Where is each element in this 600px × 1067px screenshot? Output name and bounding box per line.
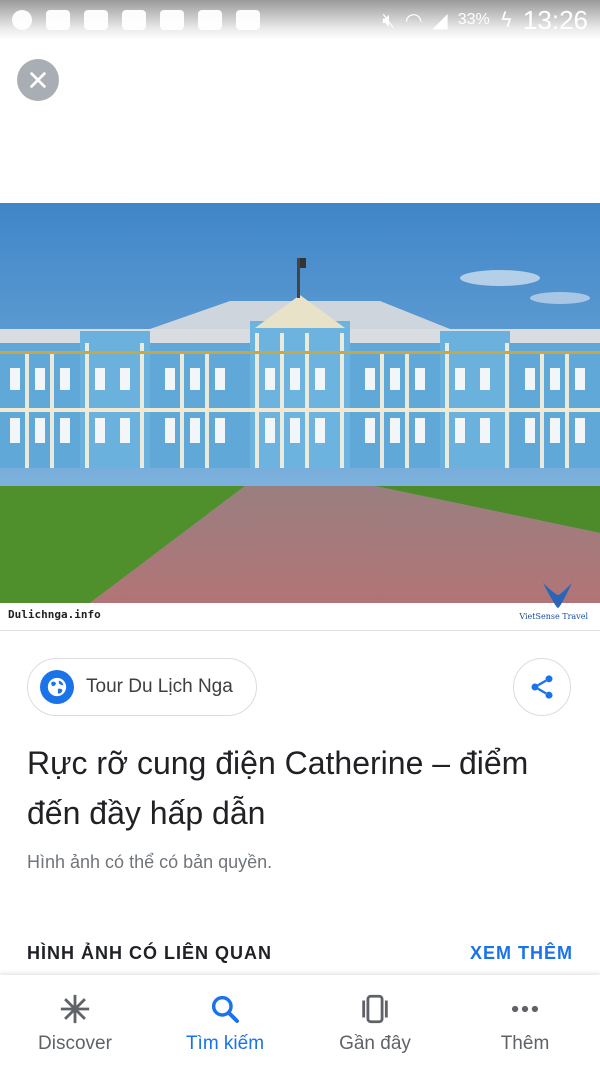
share-button[interactable]: [513, 658, 571, 716]
bottom-nav: Discover Tìm kiếm Gần đây Thêm: [0, 975, 600, 1067]
status-time: 13:26: [522, 4, 588, 35]
nav-search[interactable]: Tìm kiếm: [150, 975, 300, 1067]
search-icon: [207, 991, 243, 1027]
nav-label: Tìm kiếm: [185, 1033, 265, 1054]
status-bar: 🔇︎ ◠ ◢ 33% ϟ 13:26: [0, 0, 600, 40]
nav-label: Thêm: [500, 1033, 550, 1054]
globe-icon: [40, 670, 74, 704]
signal-icon: ◢: [432, 8, 448, 32]
source-label: Tour Du Lịch Nga: [86, 676, 233, 697]
recent-cards-icon: [357, 991, 393, 1027]
battery-percent: 33%: [457, 11, 490, 28]
more-dots-icon: [507, 991, 543, 1027]
nav-more[interactable]: Thêm: [450, 975, 600, 1067]
nav-recent[interactable]: Gần đây: [300, 975, 450, 1067]
see-more-link[interactable]: XEM THÊM: [470, 943, 573, 964]
notification-sim-icon: [46, 10, 70, 30]
close-button[interactable]: [17, 59, 59, 101]
palace-photo: [0, 203, 600, 630]
image-watermark: Dulichnga.info: [8, 608, 101, 621]
asterisk-icon: [57, 991, 93, 1027]
close-icon: [30, 72, 46, 88]
youtube-icon: [160, 10, 184, 30]
nav-label: Gần đây: [339, 1033, 411, 1054]
wifi-icon: ◠: [404, 8, 423, 32]
source-chip[interactable]: Tour Du Lịch Nga: [27, 658, 257, 716]
divider: [0, 630, 600, 631]
nav-discover[interactable]: Discover: [0, 975, 150, 1067]
share-icon: [531, 675, 553, 699]
nav-label: Discover: [38, 1033, 112, 1054]
youtube-icon: [198, 10, 222, 30]
related-images-heading: HÌNH ẢNH CÓ LIÊN QUAN: [27, 943, 272, 963]
notification-image-icon: [84, 10, 108, 30]
image-logo-text: VietSense Travel: [519, 612, 588, 621]
youtube-icon: [122, 10, 146, 30]
result-image[interactable]: [0, 203, 600, 630]
charging-icon: ϟ: [499, 8, 513, 32]
system-icons: 🔇︎ ◠ ◢ 33% ϟ 13:26: [382, 5, 588, 36]
notification-plus-icon: [12, 10, 32, 30]
mute-icon: 🔇︎: [382, 8, 395, 32]
copyright-note: Hình ảnh có thể có bản quyền.: [27, 852, 273, 872]
notification-icons: [12, 10, 260, 30]
youtube-icon: [236, 10, 260, 30]
result-title[interactable]: Rực rỡ cung điện Catherine – điểm đến đầ…: [27, 738, 572, 838]
